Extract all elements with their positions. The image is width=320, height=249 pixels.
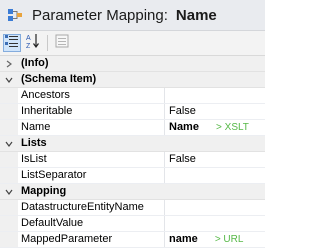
property-row-ancestors[interactable]: Ancestors — [0, 88, 265, 104]
url-hint: > URL — [214, 234, 244, 245]
property-panel: Parameter Mapping: Name A Z (Info) (Sche… — [0, 0, 265, 249]
panel-title: Parameter Mapping: — [32, 6, 168, 24]
property-value[interactable]: Name > XSLT — [165, 120, 265, 135]
property-name: MappedParameter — [18, 232, 165, 247]
expand-chevron-icon[interactable] — [0, 56, 18, 71]
category-label: Lists — [21, 137, 47, 149]
category-label: (Info) — [21, 57, 49, 69]
xslt-hint: > XSLT — [216, 122, 249, 133]
property-name: ListSeparator — [18, 168, 165, 183]
svg-text:Z: Z — [26, 43, 31, 49]
property-value[interactable] — [165, 88, 265, 103]
property-row-mappedparameter[interactable]: MappedParameter name > URL — [0, 232, 265, 248]
parameter-mapping-icon — [7, 7, 23, 23]
property-row-name[interactable]: Name Name > XSLT — [0, 120, 265, 136]
property-row-datastructureentityname[interactable]: DatastructureEntityName — [0, 200, 265, 216]
category-info[interactable]: (Info) — [0, 56, 265, 72]
property-value[interactable]: False — [165, 104, 265, 119]
property-grid: (Info) (Schema Item) Ancestors Inheritab… — [0, 56, 265, 248]
property-value[interactable] — [165, 200, 265, 215]
property-value[interactable] — [165, 216, 265, 231]
category-mapping[interactable]: Mapping — [0, 184, 265, 200]
property-name: Ancestors — [18, 88, 165, 103]
property-pages-button[interactable] — [53, 34, 71, 52]
svg-text:A: A — [26, 35, 31, 42]
property-name: Name — [18, 120, 165, 135]
property-row-islist[interactable]: IsList False — [0, 152, 265, 168]
category-schema-item[interactable]: (Schema Item) — [0, 72, 265, 88]
collapse-chevron-icon[interactable] — [0, 72, 18, 87]
categorized-button[interactable] — [3, 34, 21, 52]
category-lists[interactable]: Lists — [0, 136, 265, 152]
sort-alphabetical-button[interactable]: A Z — [24, 33, 42, 54]
collapse-chevron-icon[interactable] — [0, 136, 18, 151]
property-row-inheritable[interactable]: Inheritable False — [0, 104, 265, 120]
property-pages-icon — [55, 34, 69, 53]
property-row-listseparator[interactable]: ListSeparator — [0, 168, 265, 184]
property-name: IsList — [18, 152, 165, 167]
property-value-text: name — [169, 233, 198, 245]
property-name: DatastructureEntityName — [18, 200, 165, 215]
toolbar-separator — [47, 35, 48, 51]
panel-item-name: Name — [175, 6, 217, 24]
panel-header: Parameter Mapping: Name — [0, 0, 265, 31]
category-label: Mapping — [21, 185, 67, 197]
categorized-icon — [5, 34, 19, 53]
property-value[interactable]: name > URL — [165, 232, 265, 247]
sort-alphabetical-icon: A Z — [26, 33, 40, 54]
property-value[interactable] — [165, 168, 265, 183]
property-value[interactable]: False — [165, 152, 265, 167]
category-label: (Schema Item) — [21, 73, 97, 85]
property-name: DefaultValue — [18, 216, 165, 231]
property-row-defaultvalue[interactable]: DefaultValue — [0, 216, 265, 232]
property-toolbar: A Z — [0, 31, 265, 56]
property-name: Inheritable — [18, 104, 165, 119]
collapse-chevron-icon[interactable] — [0, 184, 18, 199]
property-value-text: Name — [169, 121, 199, 133]
